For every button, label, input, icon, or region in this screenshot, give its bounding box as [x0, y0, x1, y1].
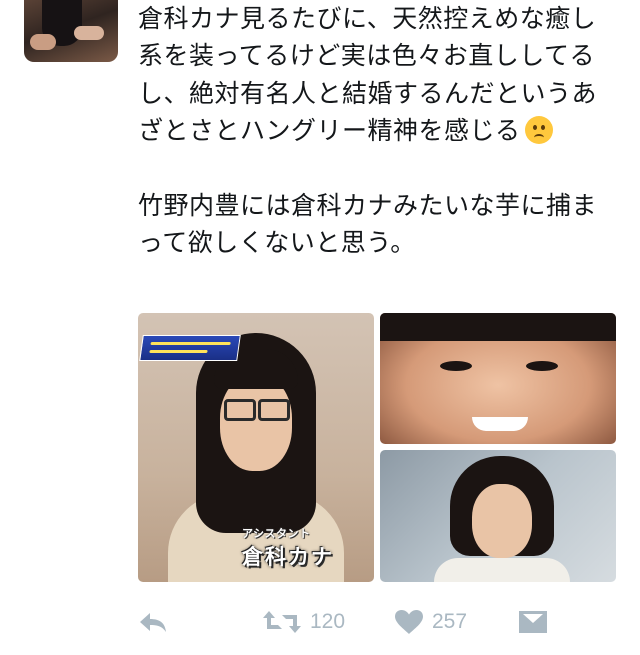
media-photo-3[interactable] — [380, 450, 616, 582]
photo-smile — [472, 417, 528, 431]
tweet-actions: 120 257 — [138, 600, 618, 644]
direct-message-button[interactable] — [518, 600, 548, 644]
tweet-text: 倉科カナ見るたびに、天然控えめな癒し系を装ってるけど実は色々お直ししてるし、絶対… — [138, 0, 618, 261]
photo-glasses — [258, 399, 290, 421]
tv-caption-banner — [139, 335, 241, 361]
user-avatar[interactable] — [24, 0, 118, 62]
photo-face — [220, 375, 292, 471]
like-button[interactable]: 257 — [394, 600, 467, 644]
reply-button[interactable] — [138, 600, 168, 644]
avatar-detail — [74, 26, 104, 40]
photo-hair — [380, 313, 616, 341]
photo-caption-name: 倉科カナ — [242, 545, 334, 569]
photo-eye — [526, 361, 558, 371]
tweet-media-grid: アシスタント 倉科カナ — [138, 313, 616, 582]
envelope-icon — [518, 609, 548, 635]
reply-icon — [138, 610, 168, 634]
media-photo-2[interactable] — [380, 313, 616, 444]
photo-shoulder — [434, 558, 570, 582]
retweet-count: 120 — [310, 610, 346, 633]
photo-caption-small: アシスタント — [242, 527, 311, 540]
like-count: 257 — [432, 610, 468, 633]
retweet-icon — [262, 609, 302, 635]
media-photo-1[interactable]: アシスタント 倉科カナ — [138, 313, 374, 582]
heart-icon — [394, 609, 424, 635]
retweet-button[interactable]: 120 — [262, 600, 345, 644]
photo-face — [472, 484, 532, 558]
tweet-paragraph-1: 倉科カナ見るたびに、天然控えめな癒し系を装ってるけど実は色々お直ししてるし、絶対… — [138, 0, 618, 150]
photo-eye — [440, 361, 472, 371]
tweet-paragraph-2: 竹野内豊には倉科カナみたいな芋に捕まって欲しくないと思う。 — [138, 190, 598, 258]
avatar-detail — [30, 34, 56, 50]
photo-glasses — [224, 399, 256, 421]
slightly-frowning-face-emoji-icon — [524, 116, 553, 145]
